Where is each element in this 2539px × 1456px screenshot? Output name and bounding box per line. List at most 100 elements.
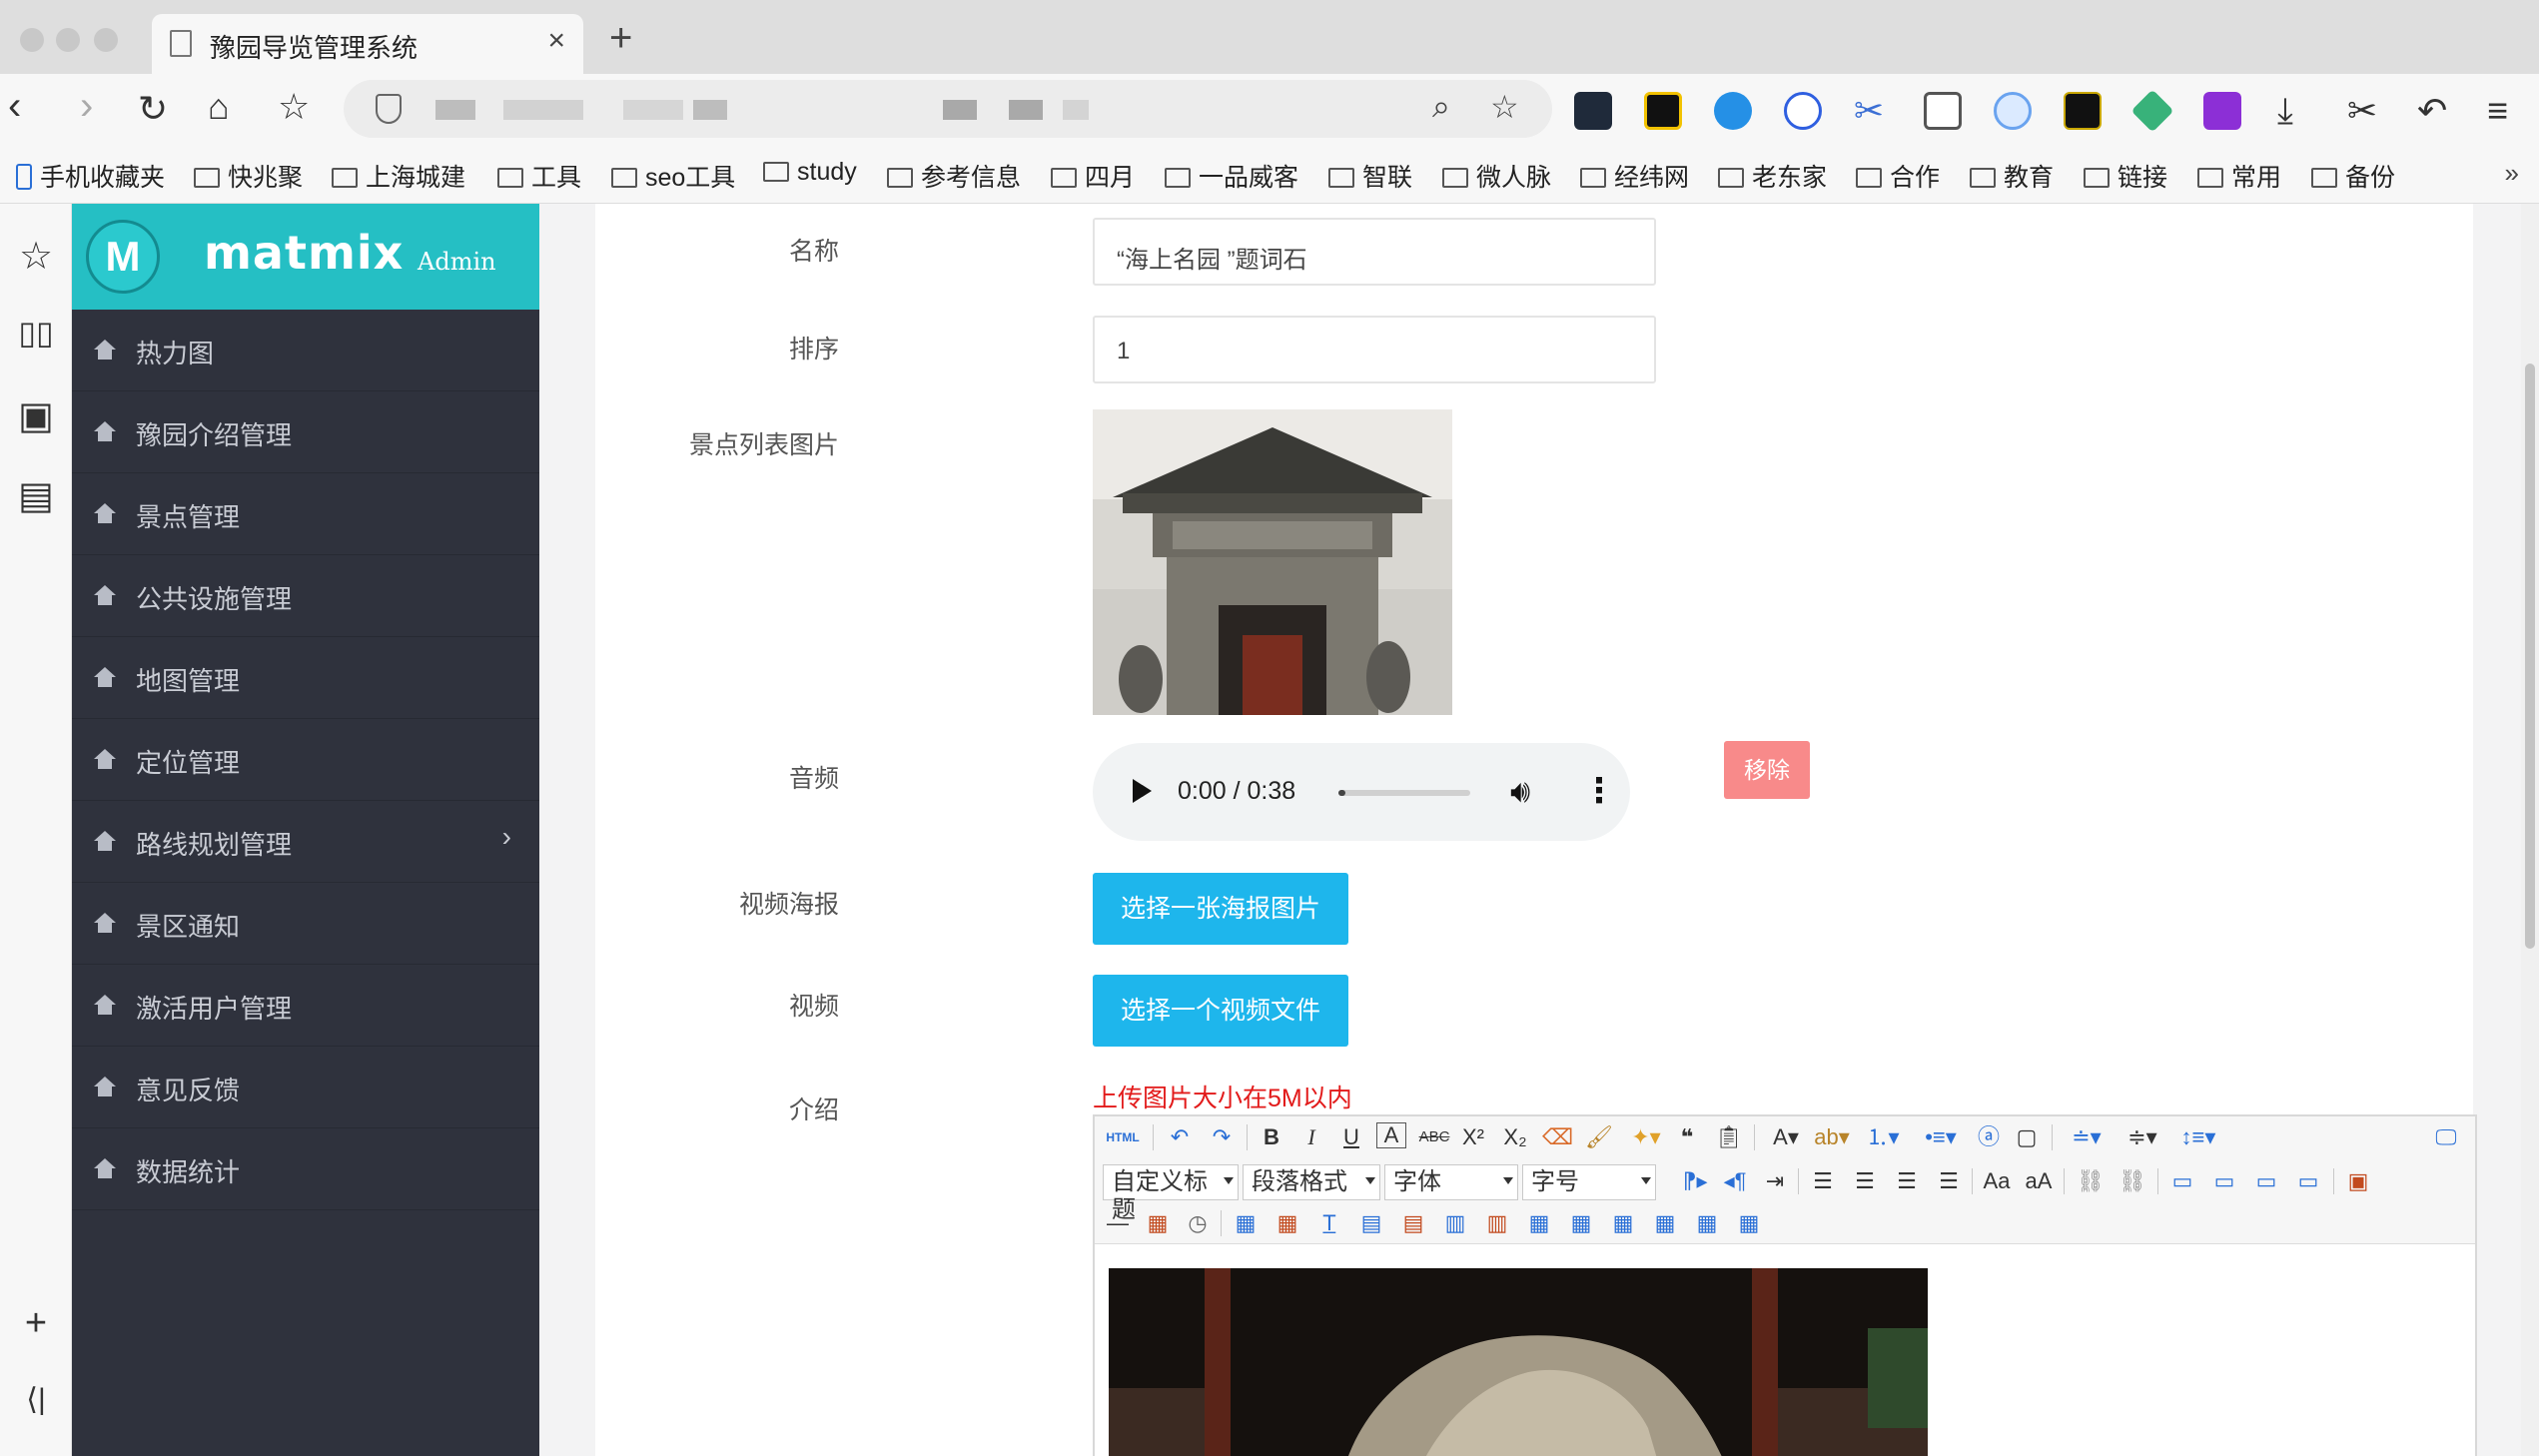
sidebar-item-feedback[interactable]: 意见反馈 xyxy=(72,1047,539,1128)
insert-column-icon[interactable]: ▥ xyxy=(1440,1208,1470,1238)
merge-down-icon[interactable]: ▦ xyxy=(1608,1208,1638,1238)
remove-audio-button[interactable]: 移除 xyxy=(1724,741,1810,799)
bookmark-item[interactable]: 老东家 xyxy=(1718,158,1827,194)
rp-extension-icon[interactable] xyxy=(2203,92,2241,130)
blockquote-icon[interactable]: ❝ xyxy=(1672,1122,1702,1152)
align-right-icon[interactable]: ☰ xyxy=(1892,1166,1922,1196)
circle-extension-icon[interactable] xyxy=(1714,92,1752,130)
redo-icon[interactable]: ↷ xyxy=(1207,1122,1237,1152)
sort-input[interactable]: 1 xyxy=(1093,316,1656,383)
layers-extension-icon[interactable] xyxy=(2130,89,2174,133)
select-all-icon[interactable]: ▢ xyxy=(2012,1122,2042,1152)
download-icon[interactable]: ⤓ xyxy=(2277,92,2293,130)
attraction-thumbnail[interactable] xyxy=(1093,409,1452,715)
sidebar-item-intro[interactable]: 豫园介绍管理 xyxy=(72,391,539,473)
add-panel-icon[interactable]: + xyxy=(14,1302,58,1345)
back-icon[interactable]: ‹ xyxy=(8,84,21,129)
font-size-select[interactable]: 字号 xyxy=(1522,1164,1656,1200)
bookmark-item[interactable]: 备份 xyxy=(2311,158,2395,194)
cut-icon[interactable]: ✂ xyxy=(2347,92,2377,130)
vip-extension-icon[interactable] xyxy=(1644,92,1682,130)
subscript-icon[interactable]: X₂ xyxy=(1500,1122,1530,1152)
forward-icon[interactable]: › xyxy=(80,84,93,129)
bookmark-item[interactable]: 教育 xyxy=(1970,158,2054,194)
bookmark-item[interactable]: 微人脉 xyxy=(1442,158,1551,194)
delete-table-icon[interactable]: ▦ xyxy=(1272,1208,1302,1238)
split-columns-icon[interactable]: ▦ xyxy=(1734,1208,1764,1238)
bookmark-item[interactable]: 上海城建 xyxy=(332,158,465,194)
lowercase-icon[interactable]: aA xyxy=(2024,1166,2054,1196)
bookmark-item[interactable]: 经纬网 xyxy=(1580,158,1689,194)
security-shield-icon[interactable] xyxy=(376,94,402,124)
screenshot-icon[interactable]: ▣ xyxy=(14,393,58,438)
eraser-icon[interactable]: ⌫ xyxy=(1542,1122,1573,1152)
tab-close-icon[interactable]: × xyxy=(547,24,565,58)
split-cells-icon[interactable]: ▦ xyxy=(1650,1208,1680,1238)
delete-row-icon[interactable]: ▤ xyxy=(1398,1208,1428,1238)
ltr-icon[interactable]: ⁋▸ xyxy=(1680,1166,1710,1196)
menu-icon[interactable]: ≡ xyxy=(2487,92,2508,130)
insert-paragraph-before-table-icon[interactable]: T̲ xyxy=(1314,1208,1344,1238)
merge-right-icon[interactable]: ▦ xyxy=(1566,1208,1596,1238)
select-poster-button[interactable]: 选择一张海报图片 xyxy=(1093,873,1348,945)
unlink-icon[interactable]: ⛓︎ xyxy=(2117,1166,2147,1196)
bookmark-item[interactable]: 一品威客 xyxy=(1165,158,1298,194)
minus-extension-icon[interactable] xyxy=(1994,92,2032,130)
favorites-icon[interactable]: ☆ xyxy=(14,234,58,279)
vip2-extension-icon[interactable] xyxy=(2064,92,2102,130)
anchor-icon[interactable]: ⓐ xyxy=(1974,1122,2004,1152)
underline-icon[interactable]: U xyxy=(1336,1122,1366,1152)
merge-cells-icon[interactable]: ▦ xyxy=(1524,1208,1554,1238)
more-options-icon[interactable]: ⋮ xyxy=(1582,771,1616,811)
play-icon[interactable] xyxy=(1133,779,1152,803)
fullscreen-icon[interactable]: 🖵︎ xyxy=(2431,1122,2461,1152)
align-left-icon[interactable]: ☰ xyxy=(1808,1166,1838,1196)
bookmark-item[interactable]: 快兆聚 xyxy=(194,158,303,194)
split-rows-icon[interactable]: ▦ xyxy=(1692,1208,1722,1238)
window-minimize-dot[interactable] xyxy=(56,28,80,52)
copy-extension-icon[interactable] xyxy=(1924,92,1962,130)
browser-tab-active[interactable]: 豫园导览管理系统 × xyxy=(152,14,583,74)
custom-title-select[interactable]: 自定义标题 xyxy=(1103,1164,1239,1223)
translate-extension-icon[interactable] xyxy=(1574,92,1612,130)
uppercase-icon[interactable]: Aa xyxy=(1982,1166,2012,1196)
sidebar-item-location[interactable]: 定位管理 xyxy=(72,719,539,801)
scissors-extension-icon[interactable]: ✂ xyxy=(1854,92,1884,130)
scrollbar-thumb[interactable] xyxy=(2525,364,2535,949)
address-bar[interactable]: ⌕ ☆ xyxy=(344,80,1552,138)
sidebar-item-routes[interactable]: 路线规划管理 › xyxy=(72,801,539,883)
sidebar-item-attractions[interactable]: 景点管理 xyxy=(72,473,539,555)
bookmark-item[interactable]: 常用 xyxy=(2197,158,2281,194)
rich-text-editor[interactable]: HTML ↶ ↷ B I U A ABC X² X₂ ⌫ 🖌︎ ✦▾ ❝ 📋︎ … xyxy=(1093,1114,2477,1456)
bookmark-item[interactable]: 工具 xyxy=(497,158,581,194)
sidebar-item-notices[interactable]: 景区通知 xyxy=(72,883,539,965)
line-height-icon[interactable]: ↕≡▾ xyxy=(2173,1122,2223,1152)
indent-icon[interactable]: ⇥ xyxy=(1760,1166,1790,1196)
date-icon[interactable]: ▦ xyxy=(1143,1208,1173,1238)
image-center-icon[interactable]: ▭ xyxy=(2293,1166,2323,1196)
reading-list-icon[interactable]: ▯▯ xyxy=(14,314,58,352)
audio-player[interactable]: 0:00 / 0:38 🔊︎ ⋮ xyxy=(1093,743,1630,841)
reload-icon[interactable]: ↻ xyxy=(138,88,168,130)
brand-header[interactable]: M matmix Admin xyxy=(72,204,539,310)
home-icon[interactable]: ⌂ xyxy=(208,86,230,128)
baidu-extension-icon[interactable] xyxy=(1784,92,1822,130)
bookmark-star-icon[interactable]: ☆ xyxy=(278,86,310,128)
link-icon[interactable]: ⛓︎ xyxy=(2076,1166,2106,1196)
auto-format-icon[interactable]: ✦▾ xyxy=(1626,1122,1666,1152)
rtl-icon[interactable]: ◂¶ xyxy=(1720,1166,1750,1196)
image-none-icon[interactable]: ▭ xyxy=(2167,1166,2197,1196)
superscript-icon[interactable]: X² xyxy=(1458,1122,1488,1152)
bookmark-item[interactable]: seo工具 xyxy=(611,158,735,194)
sidebar-item-map[interactable]: 地图管理 xyxy=(72,637,539,719)
editor-content-image[interactable] xyxy=(1109,1268,1928,1456)
font-family-select[interactable]: 字体 xyxy=(1384,1164,1518,1200)
row-spacing-top-icon[interactable]: ≐▾ xyxy=(2062,1122,2112,1152)
bookmark-item[interactable]: 链接 xyxy=(2084,158,2167,194)
paste-plain-icon[interactable]: 📋︎ xyxy=(1714,1122,1744,1152)
new-tab-button[interactable]: + xyxy=(609,16,632,61)
time-icon[interactable]: ◷ xyxy=(1183,1208,1213,1238)
italic-icon[interactable]: I xyxy=(1296,1122,1326,1152)
bookmark-item[interactable]: 四月 xyxy=(1051,158,1135,194)
strikethrough-icon[interactable]: ABC xyxy=(1416,1122,1452,1152)
